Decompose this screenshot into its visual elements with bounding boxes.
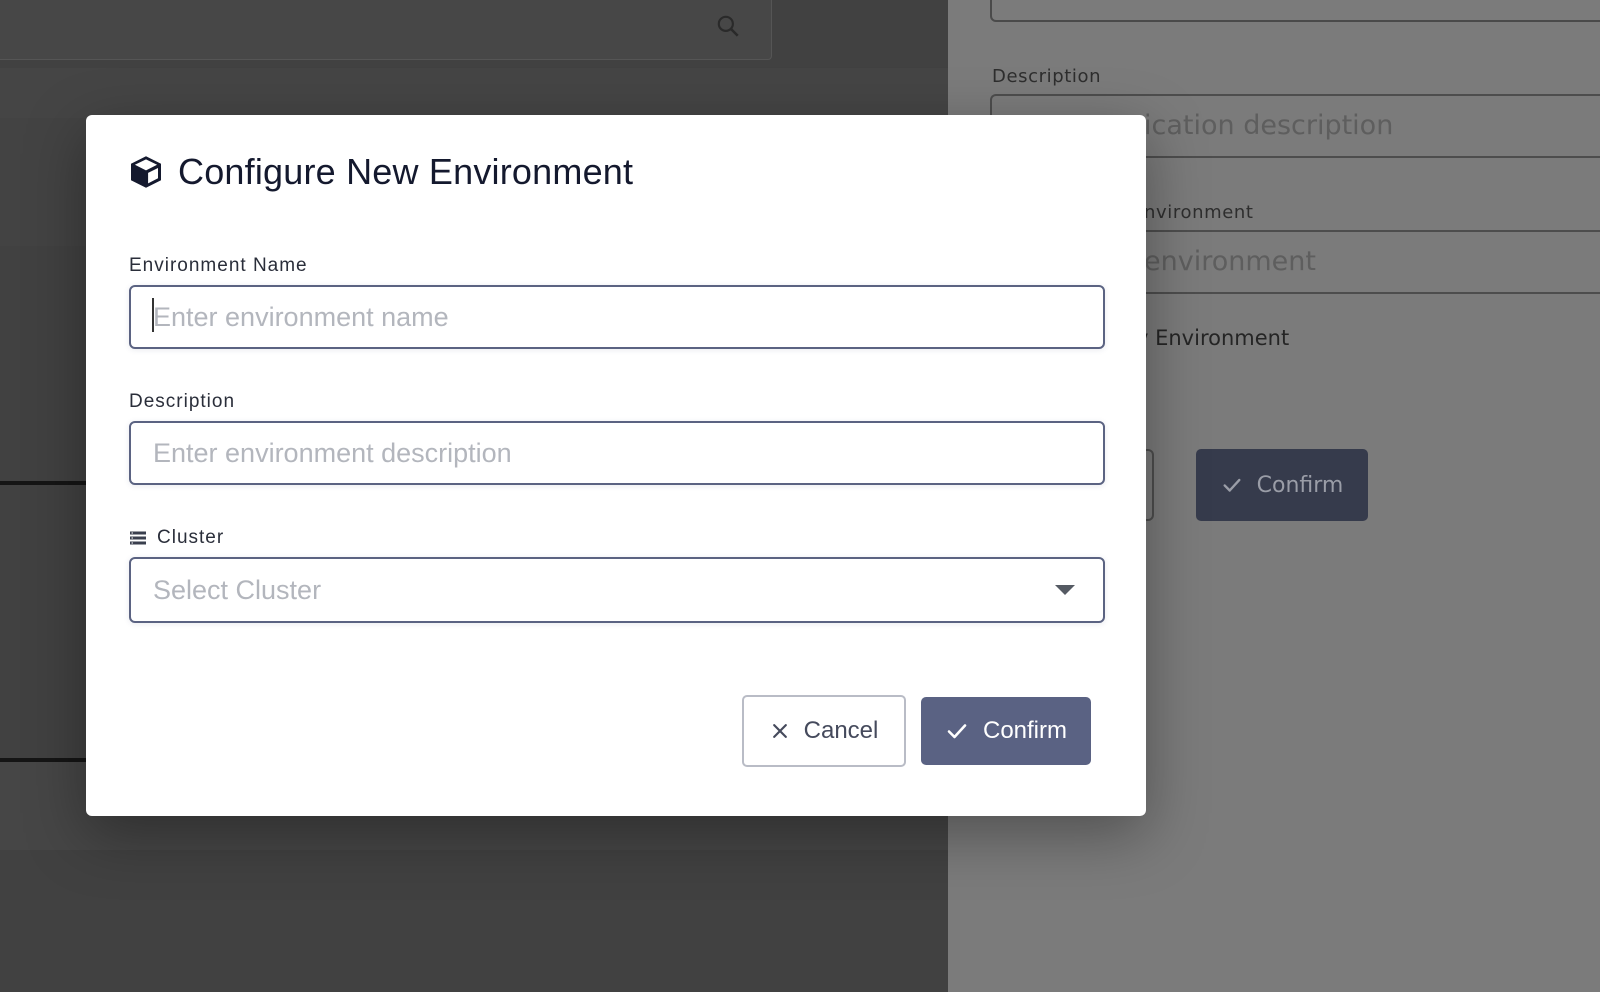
text-cursor bbox=[152, 298, 154, 332]
description-label-text: Description bbox=[129, 391, 236, 412]
environment-name-label: Environment Name bbox=[129, 255, 308, 277]
background-confirm-button: Confirm bbox=[1196, 449, 1368, 521]
cube-icon bbox=[131, 156, 161, 188]
chevron-down-icon bbox=[1055, 585, 1075, 595]
cluster-label: Cluster bbox=[129, 527, 224, 549]
description-input[interactable] bbox=[129, 421, 1105, 485]
background-description-placeholder: ication description bbox=[1144, 110, 1394, 141]
background-top-input bbox=[990, 0, 1600, 22]
search-icon bbox=[717, 15, 739, 37]
modal-title: Configure New Environment bbox=[178, 151, 634, 192]
confirm-button-label: Confirm bbox=[982, 717, 1067, 744]
confirm-button[interactable]: Confirm bbox=[921, 697, 1091, 765]
environment-name-label-text: Environment Name bbox=[129, 255, 308, 276]
background-divider bbox=[0, 481, 86, 485]
background-description-label: Description bbox=[992, 66, 1102, 87]
cancel-button-label: Cancel bbox=[803, 717, 879, 744]
modal-header: Configure New Environment bbox=[128, 151, 633, 193]
cluster-label-text: Cluster bbox=[157, 527, 225, 548]
cluster-select[interactable]: Select Cluster bbox=[129, 557, 1105, 623]
background-confirm-label: Confirm bbox=[1256, 472, 1344, 498]
background-environment-label: nvironment bbox=[1144, 202, 1254, 223]
background-row bbox=[0, 68, 948, 118]
description-label: Description bbox=[129, 391, 235, 413]
environment-name-input[interactable] bbox=[129, 285, 1105, 349]
close-icon bbox=[772, 724, 787, 738]
configure-environment-modal: Configure New Environment Environment Na… bbox=[86, 115, 1146, 816]
cancel-button[interactable]: Cancel bbox=[742, 695, 906, 767]
background-search-bar bbox=[0, 0, 772, 60]
check-icon bbox=[1223, 478, 1241, 492]
background-new-environment-option: v Environment bbox=[1136, 326, 1290, 350]
server-list-icon bbox=[130, 531, 146, 545]
cluster-select-placeholder: Select Cluster bbox=[153, 574, 322, 605]
background-environment-placeholder: environment bbox=[1144, 246, 1316, 277]
check-icon bbox=[947, 724, 967, 739]
